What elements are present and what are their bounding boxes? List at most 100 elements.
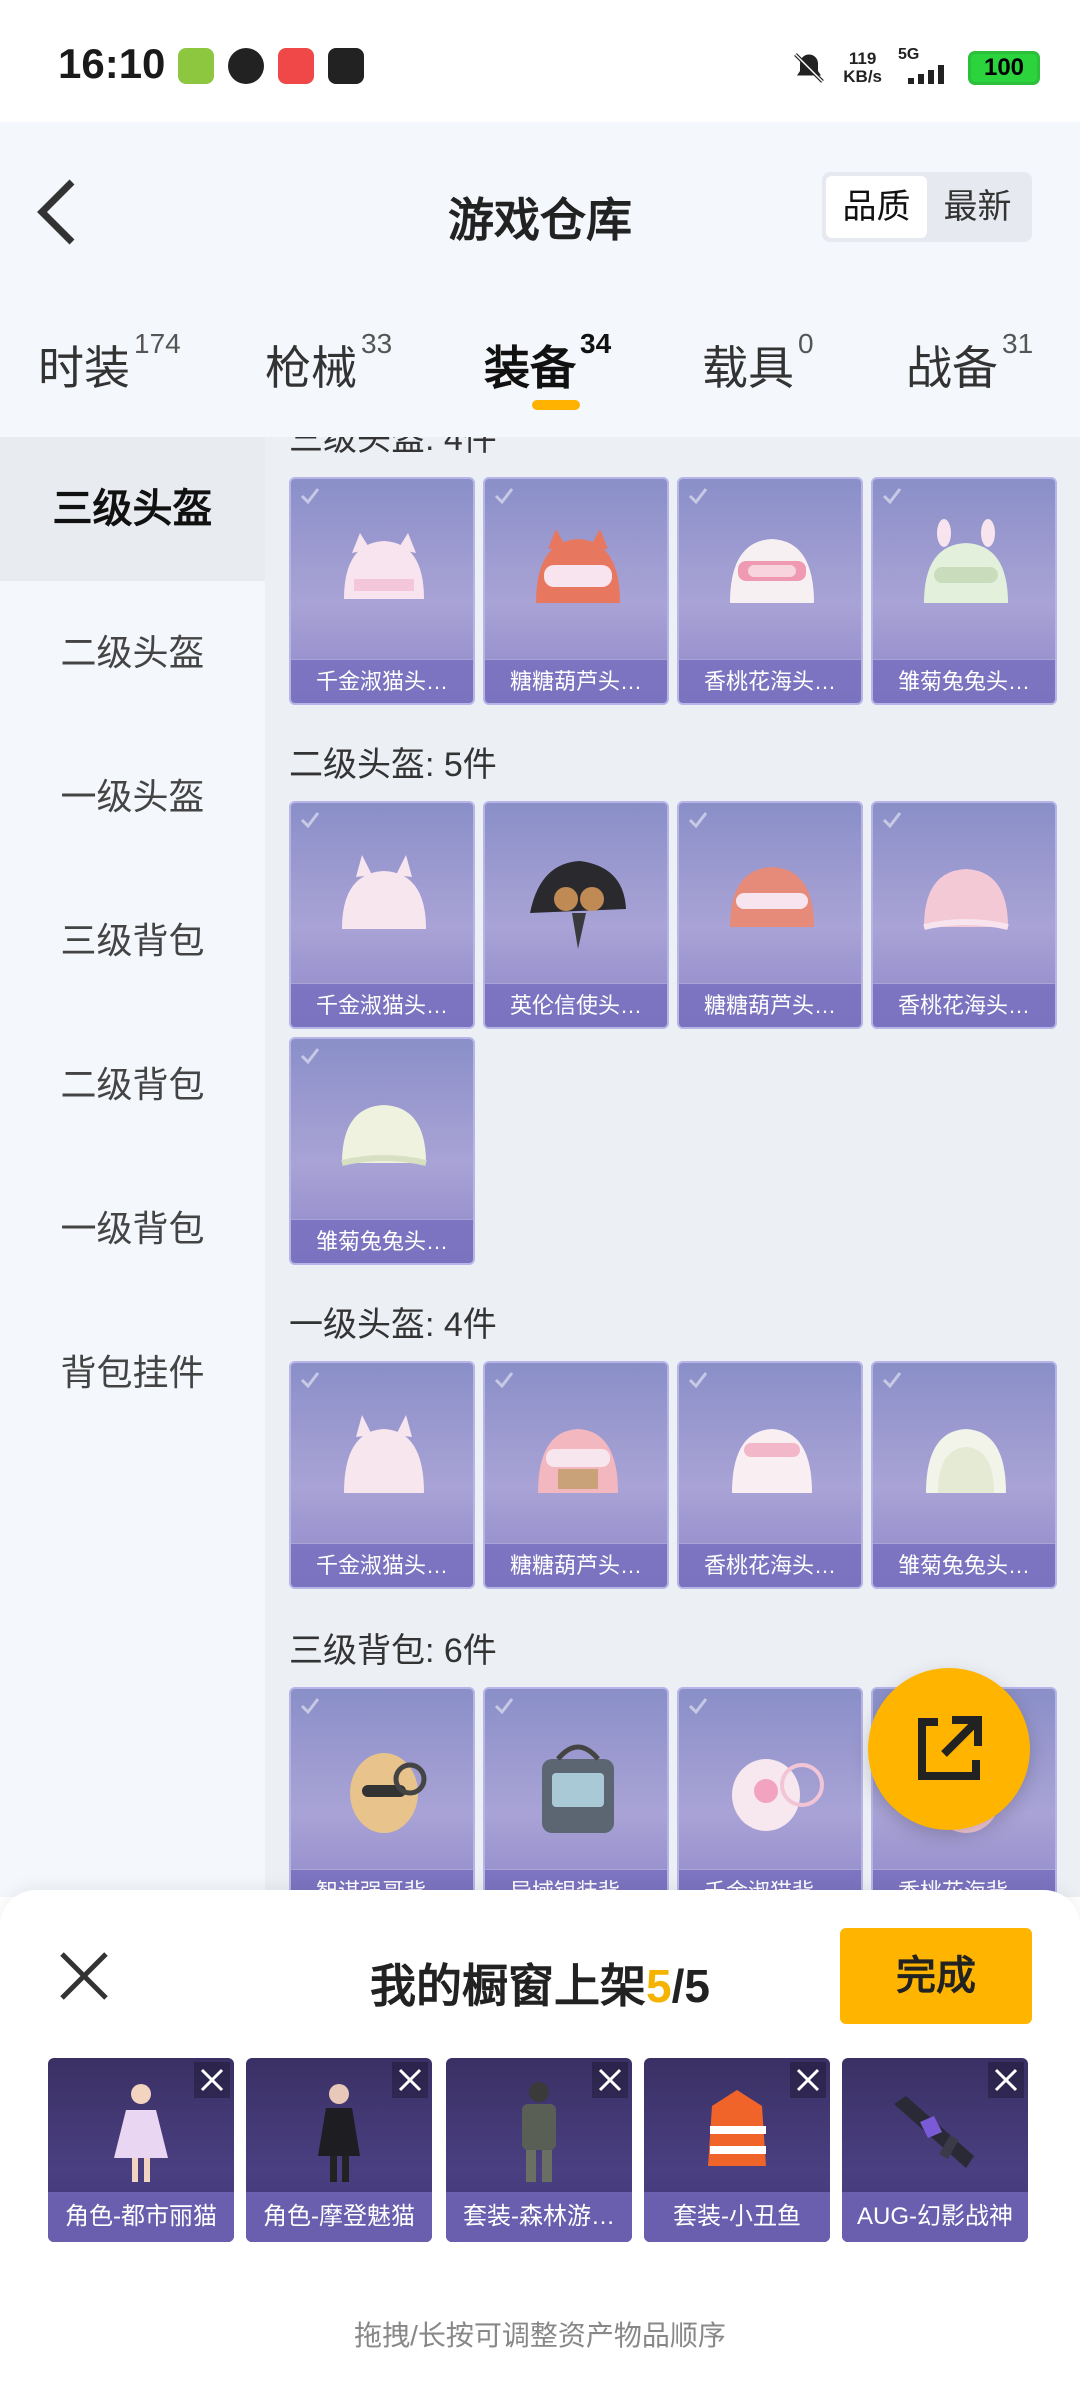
reorder-hint: 拖拽/长按可调整资产物品顺序 [354,2320,726,2351]
showcase-slot[interactable]: AUG-幻影战神 [842,2058,1028,2242]
remove-icon[interactable] [790,2062,826,2098]
item-card[interactable]: 雏菊兔兔头… [289,1037,475,1265]
character-image [318,2084,360,2182]
tab-vehicles[interactable]: 载具 0 [702,328,814,398]
item-card[interactable]: 千金淑猫头… [289,1361,475,1589]
check-icon [300,1698,320,1715]
item-label: 千金淑猫头… [291,1543,473,1587]
signal-indicator: 5G [898,46,952,89]
wechat-icon [228,48,264,84]
item-card[interactable]: 英伦信使头… [483,801,669,1029]
showcase-total: /5 [671,1960,710,2012]
sidebar-item-backpack-lv3[interactable]: 三级背包 [0,869,265,1013]
showcase-slot[interactable]: 角色-摩登魅猫 [246,2058,432,2242]
section-title: 一级头盔: 4件 [289,1306,497,1344]
character-image [114,2084,168,2182]
slot-label: 角色-都市丽猫 [48,2192,234,2242]
sidebar-item-helmet-lv1[interactable]: 一级头盔 [0,725,265,869]
tab-count: 0 [798,328,814,359]
showcase-slot[interactable]: 角色-都市丽猫 [48,2058,234,2242]
item-label: 糖糖葫芦头… [679,983,861,1027]
item-label: 香桃花海头… [679,1543,861,1587]
item-label: 雏菊兔兔头… [291,1219,473,1263]
section-title: 二级头盔: 5件 [289,746,497,784]
section-title: 三级背包: 6件 [289,1632,497,1670]
item-card[interactable]: 智谋强哥背… [289,1687,475,1897]
item-card[interactable]: 千金淑猫背… [677,1687,863,1897]
sort-quality-button[interactable]: 品质 [826,176,927,238]
item-label: 香桃花海头… [679,659,861,703]
item-card[interactable]: 千金淑猫头… [289,801,475,1029]
check-icon [882,488,902,505]
helmet-image [926,1429,1006,1493]
done-button[interactable]: 完成 [840,1928,1032,2024]
sort-latest-button[interactable]: 最新 [927,176,1028,238]
check-icon [300,1372,320,1389]
tab-label: 时装 [38,342,130,394]
sidebar-item-helmet-lv2[interactable]: 二级头盔 [0,581,265,725]
status-indicators: 119 KB/s 5G 100 [791,46,1040,89]
item-label: 千金淑猫头… [291,659,473,703]
sidebar-item-backpack-charm[interactable]: 背包挂件 [0,1301,265,1445]
share-button[interactable] [868,1668,1030,1830]
showcase-slot[interactable]: 套装-森林游… [446,2058,632,2242]
check-icon [493,809,515,831]
panel-title-text: 我的橱窗上架 [370,1960,647,2012]
tab-fashion[interactable]: 时装 174 [38,328,181,398]
check-icon [300,812,320,829]
item-card[interactable]: 异域银装背… [483,1687,669,1897]
item-card[interactable]: 香桃花海头… [677,1361,863,1589]
tab-label: 枪械 [265,342,357,394]
item-label: 雏菊兔兔头… [873,1543,1055,1587]
slot-label: AUG-幻影战神 [842,2192,1028,2242]
helmet-image [732,1429,812,1493]
remove-icon[interactable] [194,2062,230,2098]
helmet-image [536,529,620,603]
item-card[interactable]: 雏菊兔兔头… [871,477,1057,705]
check-icon [688,1698,708,1715]
helmet-image [924,519,1008,603]
item-card[interactable]: 糖糖葫芦头… [677,801,863,1029]
helmet-image [341,1105,427,1166]
item-label: 英伦信使头… [485,983,667,1027]
tab-label: 载具 [702,342,794,394]
tab-count: 33 [361,328,393,359]
tab-count: 174 [134,328,181,359]
tab-label: 装备 [484,342,576,394]
sidebar-item-backpack-lv1[interactable]: 一级背包 [0,1157,265,1301]
speed-value: 119 [848,48,877,68]
character-image [522,2082,556,2182]
slot-label: 套装-小丑鱼 [644,2192,830,2242]
showcase-slot[interactable]: 套装-小丑鱼 [644,2058,830,2242]
tab-count: 31 [1002,328,1034,359]
item-card[interactable]: 香桃花海头… [677,477,863,705]
status-time: 16:10 [58,40,166,87]
mute-bell-icon [794,52,825,83]
item-card[interactable]: 千金淑猫头… [289,477,475,705]
item-card[interactable]: 雏菊兔兔头… [871,1361,1057,1589]
sidebar-item-helmet-lv3[interactable]: 三级头盔 [0,437,265,581]
check-icon [494,1372,514,1389]
outfit-image [708,2090,766,2166]
remove-icon[interactable] [392,2062,428,2098]
tab-equipment[interactable]: 装备 34 [484,328,611,398]
helmet-image [730,539,814,603]
tab-weapons[interactable]: 枪械 33 [265,328,392,398]
item-label: 香桃花海头… [873,983,1055,1027]
remove-icon[interactable] [988,2062,1024,2098]
item-label: 雏菊兔兔头… [873,659,1055,703]
active-tab-indicator [532,400,580,410]
backpack-image [732,1759,824,1831]
tab-supplies[interactable]: 战备 31 [906,328,1033,398]
helmet-image [344,533,424,599]
showcase-count: 5 [646,1960,672,2012]
network-type: 5G [898,46,920,63]
sidebar-item-backpack-lv2[interactable]: 二级背包 [0,1013,265,1157]
item-card[interactable]: 香桃花海头… [871,801,1057,1029]
item-card[interactable]: 糖糖葫芦头… [483,477,669,705]
section-title: 三级头盔: 4件 [289,437,497,458]
remove-icon[interactable] [592,2062,628,2098]
helmet-image [530,861,626,949]
item-card[interactable]: 糖糖葫芦头… [483,1361,669,1589]
showcase-panel: 我的橱窗上架5/5 完成 角色-都市丽猫 角色-摩登魅猫 套装-森林游… 套装-… [0,1890,1080,2400]
